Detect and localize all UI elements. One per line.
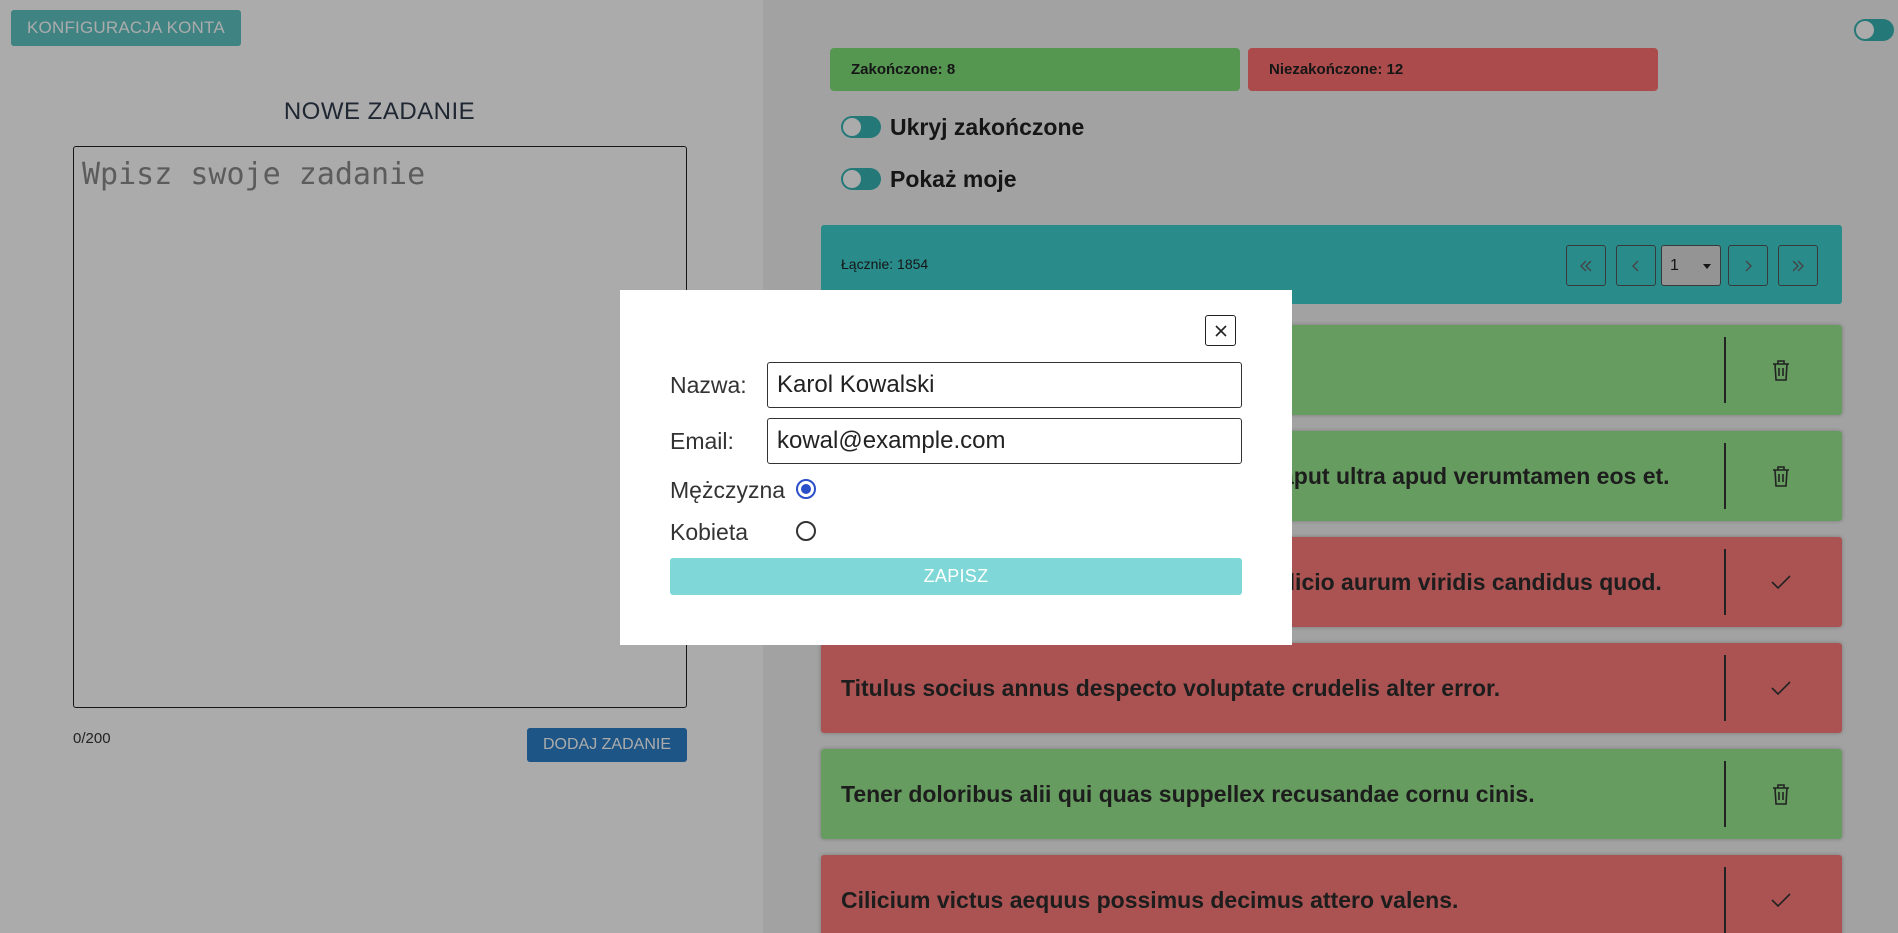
female-radio[interactable] (796, 521, 816, 541)
name-field[interactable] (767, 362, 1242, 408)
male-label: Mężczyzna (670, 477, 786, 503)
name-label: Nazwa: (670, 372, 747, 398)
female-label: Kobieta (670, 519, 749, 545)
male-radio[interactable] (796, 479, 816, 499)
save-button[interactable]: ZAPISZ (670, 558, 1242, 595)
account-config-modal: Nazwa: Email: Mężczyzna Kobieta ZAPISZ (620, 290, 1292, 645)
close-icon (1214, 324, 1227, 337)
email-field[interactable] (767, 418, 1242, 464)
email-label: Email: (670, 428, 734, 454)
close-button[interactable] (1205, 315, 1236, 346)
